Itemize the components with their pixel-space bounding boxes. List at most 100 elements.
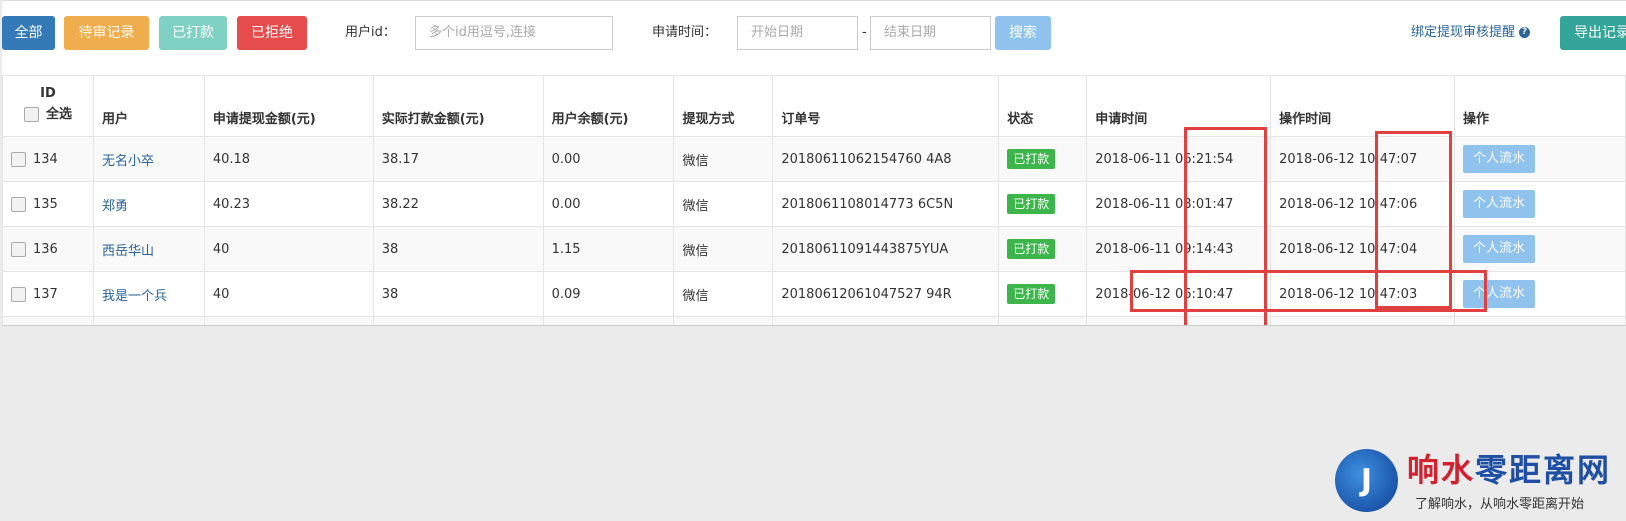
- table-row: 137 我是一个兵 40 38 0.09 微信 2018061206104752…: [2, 271, 1626, 317]
- order-no-cell: 20180611062154760 4A8: [772, 136, 1000, 182]
- actual-amount-cell: 38.17: [372, 136, 544, 182]
- order-no-cell: 20180611091443875YUA: [772, 226, 1000, 272]
- row-id: 134: [33, 151, 58, 167]
- user-cell: 郑勇: [92, 181, 205, 227]
- header-action: 操作: [1454, 75, 1626, 137]
- export-button[interactable]: 导出记录: [1560, 16, 1626, 50]
- action-cell: 个人流水: [1454, 136, 1626, 182]
- op-time-cell: 2018-06-12 10:47:04: [1270, 226, 1456, 272]
- start-date-input[interactable]: 开始日期: [737, 16, 858, 50]
- watermark-title: 响水零距离网: [1407, 445, 1611, 491]
- watermark-title-part2: 零距离网: [1475, 451, 1612, 489]
- personal-flow-button[interactable]: 个人流水: [1463, 145, 1536, 173]
- apply-time-cell: 2018-06-11 08:01:47: [1086, 181, 1272, 227]
- row-checkbox[interactable]: [11, 286, 26, 302]
- status-badge: 已打款: [1007, 239, 1056, 259]
- apply-amount-cell: 40: [203, 271, 374, 317]
- order-no-cell: 20180612061047527 94R: [772, 271, 1000, 317]
- header-actual-amount: 实际打款金额(元): [372, 75, 544, 137]
- actual-amount-cell: 38: [372, 271, 544, 317]
- apply-time-cell: 2018-06-11 09:14:43: [1086, 226, 1272, 272]
- withdraw-table: ID 全选 用户 申请提现金额(元) 实际打款金额(元) 用户余额(元) 提现方…: [2, 75, 1626, 325]
- filter-rejected-button[interactable]: 已拒绝: [237, 16, 307, 50]
- row-checkbox[interactable]: [11, 196, 26, 212]
- header-user: 用户: [92, 75, 205, 137]
- user-cell: 我是一个兵: [92, 271, 205, 317]
- header-order-no: 订单号: [772, 75, 1000, 137]
- watermark: J 响水零距离网 了解响水，从响水零距离开始: [1335, 445, 1626, 521]
- action-cell: 个人流水: [1454, 271, 1626, 317]
- personal-flow-button[interactable]: 个人流水: [1463, 235, 1536, 263]
- row-id: 135: [33, 196, 58, 212]
- bind-reminder-link[interactable]: 绑定提现审核提醒?: [1411, 16, 1531, 50]
- op-time-cell: 2018-06-12 10:47:03: [1270, 271, 1456, 317]
- method-cell: 微信: [673, 136, 774, 182]
- op-time-cell: 2018-06-12 10:47:06: [1270, 181, 1456, 227]
- header-apply-amount: 申请提现金额(元): [203, 75, 374, 137]
- header-id: ID 全选: [2, 75, 94, 137]
- status-cell: 已打款: [998, 226, 1088, 272]
- user-link[interactable]: 无名小卒: [102, 154, 154, 169]
- id-cell: 135: [2, 181, 94, 227]
- watermark-title-part1: 响水: [1407, 451, 1476, 489]
- user-link[interactable]: 我是一个兵: [102, 289, 167, 304]
- header-id-label: ID: [40, 86, 56, 101]
- header-method: 提现方式: [673, 75, 774, 137]
- status-badge: 已打款: [1007, 149, 1056, 169]
- id-cell: 134: [2, 136, 94, 182]
- help-icon[interactable]: ?: [1519, 27, 1531, 38]
- user-id-input[interactable]: 多个id用逗号,连接: [415, 16, 613, 50]
- apply-amount-cell: 40.23: [203, 181, 374, 227]
- method-cell: 微信: [673, 226, 774, 272]
- user-link[interactable]: 郑勇: [102, 199, 128, 214]
- row-id: 137: [33, 286, 58, 302]
- filter-toolbar: 全部 待审记录 已打款 已拒绝 用户id： 多个id用逗号,连接 申请时间： 开…: [2, 16, 1626, 50]
- header-op-time: 操作时间: [1270, 75, 1456, 137]
- balance-cell: 0.00: [542, 136, 675, 182]
- filter-pending-button[interactable]: 待审记录: [64, 16, 149, 50]
- personal-flow-button[interactable]: 个人流水: [1463, 190, 1536, 218]
- filter-paid-button[interactable]: 已打款: [159, 16, 227, 50]
- table-row: 134 无名小卒 40.18 38.17 0.00 微信 20180611062…: [2, 136, 1626, 182]
- select-all-checkbox[interactable]: [23, 107, 39, 122]
- apply-amount-cell: 40.18: [203, 136, 374, 182]
- date-range-dash: -: [862, 25, 867, 40]
- balance-cell: 1.15: [542, 226, 675, 272]
- header-balance: 用户余额(元): [542, 75, 675, 137]
- order-no-cell: 2018061108014773 6C5N: [772, 181, 1000, 227]
- table-row: 135 郑勇 40.23 38.22 0.00 微信 2018061108014…: [2, 181, 1626, 227]
- user-id-label: 用户id：: [345, 25, 396, 40]
- actual-amount-cell: 38: [372, 226, 544, 272]
- header-apply-time: 申请时间: [1086, 75, 1272, 137]
- row-checkbox[interactable]: [11, 241, 26, 257]
- watermark-logo-icon: J: [1335, 449, 1398, 512]
- user-cell: 西岳华山: [92, 226, 205, 272]
- status-cell: [998, 316, 1088, 325]
- balance-cell: 0.09: [542, 271, 675, 317]
- method-cell: 微信: [673, 271, 774, 317]
- apply-time-cell: 2018-06-12 06:10:47: [1086, 271, 1272, 317]
- balance-cell: 0.00: [542, 181, 675, 227]
- apply-time-cell: 2018-06-11 06:21:54: [1086, 136, 1272, 182]
- personal-flow-button[interactable]: 个人流水: [1463, 280, 1536, 308]
- user-link[interactable]: 西岳华山: [102, 244, 154, 259]
- select-all[interactable]: 全选: [3, 103, 93, 122]
- filter-all-button[interactable]: 全部: [2, 16, 55, 50]
- row-checkbox[interactable]: [11, 151, 26, 167]
- actual-amount-cell: 38.22: [372, 181, 544, 227]
- end-date-input[interactable]: 结束日期: [870, 16, 991, 50]
- status-cell: 已打款: [998, 136, 1088, 182]
- id-cell: 137: [2, 271, 94, 317]
- action-cell: 个人流水: [1454, 181, 1626, 227]
- apply-time-label: 申请时间：: [652, 25, 718, 40]
- search-button[interactable]: 搜索: [995, 16, 1051, 50]
- method-cell: 微信: [673, 181, 774, 227]
- user-cell: 无名小卒: [92, 136, 205, 182]
- status-cell: 已打款: [998, 181, 1088, 227]
- status-badge: 已打款: [1007, 194, 1056, 214]
- status-badge: 已打款: [1007, 284, 1056, 304]
- bind-reminder-label: 绑定提现审核提醒: [1411, 25, 1516, 40]
- select-all-label: 全选: [45, 107, 72, 122]
- watermark-subtitle: 了解响水，从响水零距离开始: [1415, 497, 1585, 512]
- header-status: 状态: [998, 75, 1088, 137]
